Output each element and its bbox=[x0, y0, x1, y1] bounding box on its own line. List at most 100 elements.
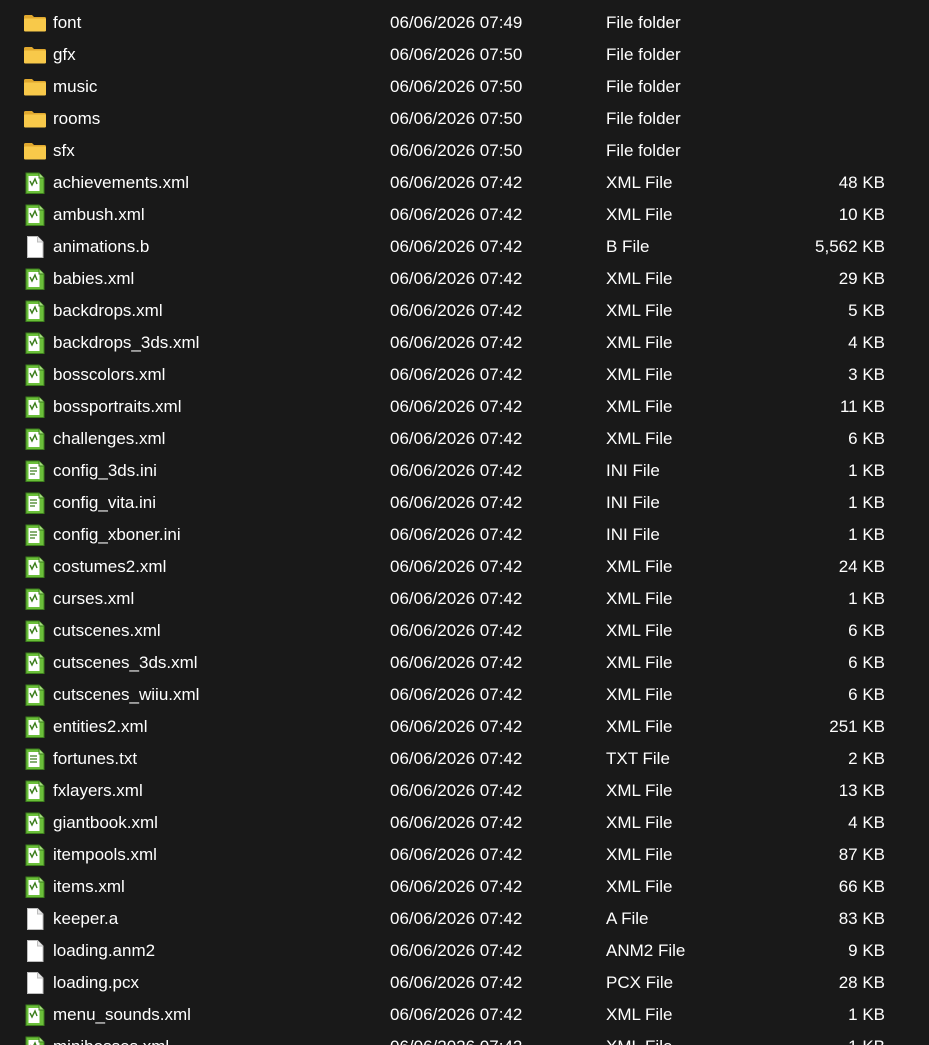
file-date-modified: 06/06/2026 07:42 bbox=[390, 941, 523, 960]
file-size: 13 KB bbox=[838, 781, 885, 800]
file-name: bossportraits.xml bbox=[53, 397, 182, 416]
file-date-modified: 06/06/2026 07:42 bbox=[390, 365, 523, 384]
file-row-cutscenes-wiiu-xml[interactable]: cutscenes_wiiu.xml 06/06/2026 07:42 XML … bbox=[0, 679, 929, 711]
file-name: babies.xml bbox=[53, 269, 135, 288]
file-row-curses-xml[interactable]: curses.xml 06/06/2026 07:42 XML File 1 K… bbox=[0, 583, 929, 615]
file-type: XML File bbox=[606, 205, 673, 224]
xml-file-icon bbox=[23, 1035, 47, 1045]
file-row-fxlayers-xml[interactable]: fxlayers.xml 06/06/2026 07:42 XML File 1… bbox=[0, 775, 929, 807]
file-row-bossportraits-xml[interactable]: bossportraits.xml 06/06/2026 07:42 XML F… bbox=[0, 391, 929, 423]
file-row-cutscenes-3ds-xml[interactable]: cutscenes_3ds.xml 06/06/2026 07:42 XML F… bbox=[0, 647, 929, 679]
file-row-backdrops-xml[interactable]: backdrops.xml 06/06/2026 07:42 XML File … bbox=[0, 295, 929, 327]
file-date-modified: 06/06/2026 07:50 bbox=[390, 109, 523, 128]
file-type: XML File bbox=[606, 1031, 672, 1045]
file-date-modified: 06/06/2026 07:50 bbox=[390, 45, 523, 64]
folder-icon bbox=[23, 139, 47, 163]
file-date-modified: 06/06/2026 07:42 bbox=[390, 749, 523, 768]
file-date-modified: 06/06/2026 07:42 bbox=[390, 589, 523, 608]
file-type: PCX File bbox=[606, 973, 674, 992]
file-type: A File bbox=[606, 909, 649, 928]
file-row-font[interactable]: font 06/06/2026 07:49 File folder bbox=[0, 7, 929, 39]
file-name: animations.b bbox=[53, 237, 150, 256]
file-date-modified: 06/06/2026 07:42 bbox=[390, 909, 523, 928]
file-name: items.xml bbox=[53, 877, 125, 896]
file-row-giantbook-xml[interactable]: giantbook.xml 06/06/2026 07:42 XML File … bbox=[0, 807, 929, 839]
file-row-ambush-xml[interactable]: ambush.xml 06/06/2026 07:42 XML File 10 … bbox=[0, 199, 929, 231]
file-row-backdrops-3ds-xml[interactable]: backdrops_3ds.xml 06/06/2026 07:42 XML F… bbox=[0, 327, 929, 359]
file-row-config-xboner-ini[interactable]: config_xboner.ini 06/06/2026 07:42 INI F… bbox=[0, 519, 929, 551]
xml-file-icon bbox=[23, 779, 47, 803]
file-row-items-xml[interactable]: items.xml 06/06/2026 07:42 XML File 66 K… bbox=[0, 871, 929, 903]
file-name: entities2.xml bbox=[53, 717, 148, 736]
file-row-minibosses-xml[interactable]: minibosses.xml 06/06/2026 07:42 XML File… bbox=[0, 1031, 929, 1045]
file-row-babies-xml[interactable]: babies.xml 06/06/2026 07:42 XML File 29 … bbox=[0, 263, 929, 295]
file-size: 6 KB bbox=[848, 429, 885, 448]
file-name: music bbox=[53, 77, 98, 96]
file-row-cutscenes-xml[interactable]: cutscenes.xml 06/06/2026 07:42 XML File … bbox=[0, 615, 929, 647]
folder-icon bbox=[23, 43, 47, 67]
file-row-rooms[interactable]: rooms 06/06/2026 07:50 File folder bbox=[0, 103, 929, 135]
file-size: 1 KB bbox=[848, 1005, 885, 1024]
file-type: XML File bbox=[606, 653, 673, 672]
file-row-music[interactable]: music 06/06/2026 07:50 File folder bbox=[0, 71, 929, 103]
file-row-costumes2-xml[interactable]: costumes2.xml 06/06/2026 07:42 XML File … bbox=[0, 551, 929, 583]
file-row-animations-b[interactable]: animations.b 06/06/2026 07:42 B File 5,5… bbox=[0, 231, 929, 263]
file-row-challenges-xml[interactable]: challenges.xml 06/06/2026 07:42 XML File… bbox=[0, 423, 929, 455]
file-name: gfx bbox=[53, 45, 76, 64]
file-date-modified: 06/06/2026 07:50 bbox=[390, 77, 523, 96]
xml-file-icon bbox=[23, 555, 47, 579]
file-size: 87 KB bbox=[838, 845, 885, 864]
file-size: 4 KB bbox=[848, 813, 885, 832]
file-row-fortunes-txt[interactable]: fortunes.txt 06/06/2026 07:42 TXT File 2… bbox=[0, 743, 929, 775]
file-date-modified: 06/06/2026 07:42 bbox=[390, 1005, 523, 1024]
file-list: font 06/06/2026 07:49 File folder gfx 06… bbox=[0, 7, 929, 1045]
file-name: sfx bbox=[53, 141, 75, 160]
file-size: 1 KB bbox=[848, 493, 885, 512]
file-type: File folder bbox=[606, 77, 681, 96]
file-type: INI File bbox=[606, 525, 660, 544]
file-type: XML File bbox=[606, 333, 673, 352]
xml-file-icon bbox=[23, 651, 47, 675]
file-type: XML File bbox=[606, 621, 673, 640]
file-row-itempools-xml[interactable]: itempools.xml 06/06/2026 07:42 XML File … bbox=[0, 839, 929, 871]
file-row-gfx[interactable]: gfx 06/06/2026 07:50 File folder bbox=[0, 39, 929, 71]
file-size: 66 KB bbox=[838, 877, 885, 896]
ini-file-icon bbox=[23, 523, 47, 547]
file-date-modified: 06/06/2026 07:42 bbox=[390, 973, 523, 992]
file-name: challenges.xml bbox=[53, 429, 166, 448]
file-type: INI File bbox=[606, 461, 660, 480]
file-date-modified: 06/06/2026 07:42 bbox=[390, 845, 523, 864]
file-row-config-3ds-ini[interactable]: config_3ds.ini 06/06/2026 07:42 INI File… bbox=[0, 455, 929, 487]
file-row-loading-pcx[interactable]: loading.pcx 06/06/2026 07:42 PCX File 28… bbox=[0, 967, 929, 999]
file-row-entities2-xml[interactable]: entities2.xml 06/06/2026 07:42 XML File … bbox=[0, 711, 929, 743]
xml-file-icon bbox=[23, 715, 47, 739]
folder-icon bbox=[23, 107, 47, 131]
file-size: 1 KB bbox=[848, 1031, 885, 1045]
file-date-modified: 06/06/2026 07:42 bbox=[390, 621, 523, 640]
folder-icon bbox=[23, 11, 47, 35]
file-row-sfx[interactable]: sfx 06/06/2026 07:50 File folder bbox=[0, 135, 929, 167]
file-date-modified: 06/06/2026 07:42 bbox=[390, 813, 523, 832]
file-name: achievements.xml bbox=[53, 173, 190, 192]
file-name: cutscenes_3ds.xml bbox=[53, 653, 198, 672]
file-row-menu-sounds-xml[interactable]: menu_sounds.xml 06/06/2026 07:42 XML Fil… bbox=[0, 999, 929, 1031]
file-row-loading-anm2[interactable]: loading.anm2 06/06/2026 07:42 ANM2 File … bbox=[0, 935, 929, 967]
file-type: XML File bbox=[606, 845, 673, 864]
file-type: XML File bbox=[606, 589, 673, 608]
file-size: 4 KB bbox=[848, 333, 885, 352]
file-name: config_vita.ini bbox=[53, 493, 157, 512]
file-date-modified: 06/06/2026 07:42 bbox=[390, 333, 523, 352]
file-date-modified: 06/06/2026 07:42 bbox=[390, 429, 523, 448]
file-date-modified: 06/06/2026 07:49 bbox=[390, 13, 523, 32]
file-row-keeper-a[interactable]: keeper.a 06/06/2026 07:42 A File 83 KB bbox=[0, 903, 929, 935]
file-row-config-vita-ini[interactable]: config_vita.ini 06/06/2026 07:42 INI Fil… bbox=[0, 487, 929, 519]
file-row-achievements-xml[interactable]: achievements.xml 06/06/2026 07:42 XML Fi… bbox=[0, 167, 929, 199]
file-type: INI File bbox=[606, 493, 660, 512]
xml-file-icon bbox=[23, 171, 47, 195]
file-type: File folder bbox=[606, 109, 681, 128]
file-name: rooms bbox=[53, 109, 101, 128]
xml-file-icon bbox=[23, 683, 47, 707]
file-type: XML File bbox=[606, 429, 673, 448]
file-size: 6 KB bbox=[848, 653, 885, 672]
file-row-bosscolors-xml[interactable]: bosscolors.xml 06/06/2026 07:42 XML File… bbox=[0, 359, 929, 391]
